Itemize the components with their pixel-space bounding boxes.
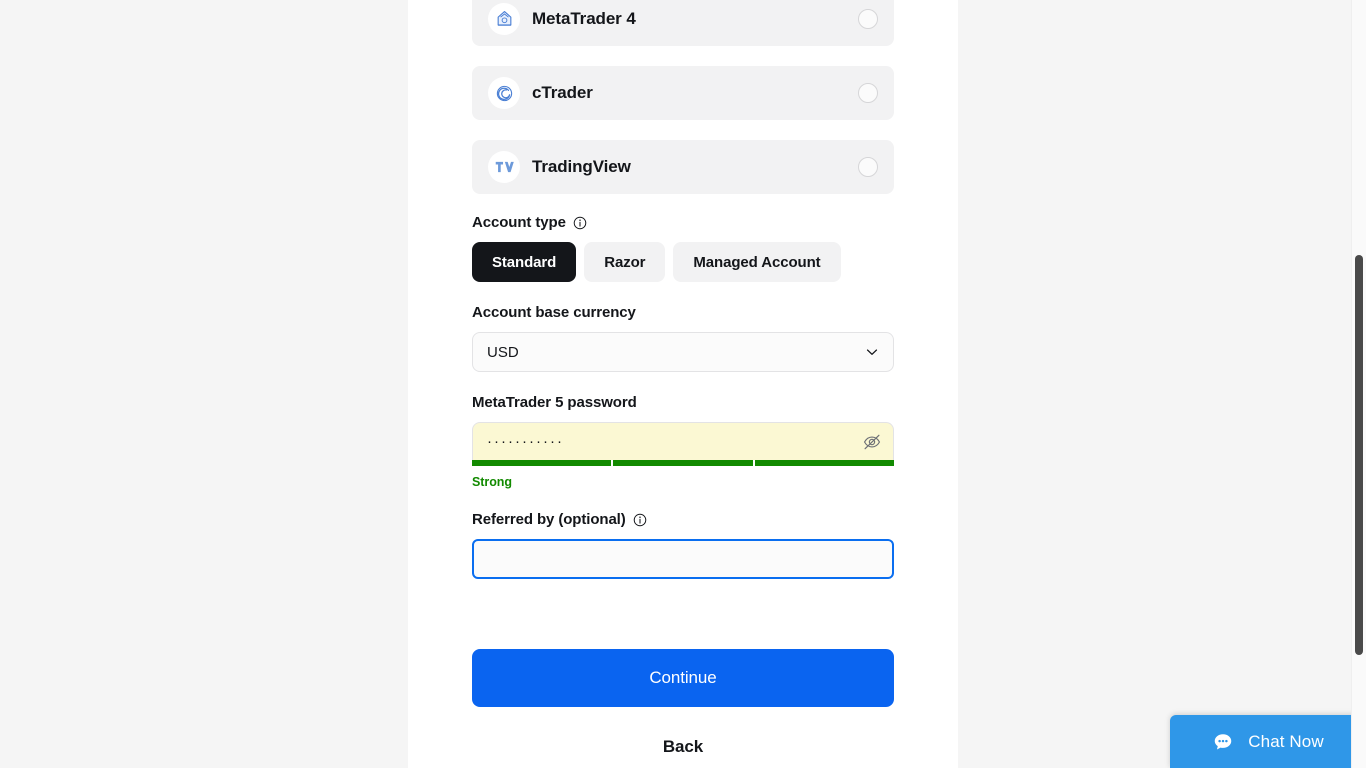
password-masked-value: ··········· bbox=[487, 433, 564, 450]
account-type-label: Account type bbox=[472, 214, 894, 231]
chat-bubble-icon bbox=[1212, 731, 1234, 753]
platform-radio[interactable] bbox=[858, 157, 878, 177]
platform-label: cTrader bbox=[532, 83, 593, 102]
account-type-option-managed-account[interactable]: Managed Account bbox=[673, 242, 841, 282]
registration-form-panel: MetaTrader 4 cTrader TradingView Account… bbox=[408, 0, 958, 768]
ctrader-icon bbox=[488, 77, 520, 109]
platform-option-metatrader4[interactable]: MetaTrader 4 bbox=[472, 0, 894, 46]
account-type-label-text: Account type bbox=[472, 214, 566, 231]
platform-label: MetaTrader 4 bbox=[532, 9, 636, 28]
password-strength-segment bbox=[613, 460, 753, 466]
password-field-wrapper: ··········· bbox=[472, 422, 894, 466]
platform-option-ctrader[interactable]: cTrader bbox=[472, 66, 894, 120]
tradingview-icon bbox=[488, 151, 520, 183]
platform-option-tradingview[interactable]: TradingView bbox=[472, 140, 894, 194]
metatrader4-icon bbox=[488, 3, 520, 35]
continue-button[interactable]: Continue bbox=[472, 649, 894, 707]
platform-label: TradingView bbox=[532, 157, 631, 176]
account-type-option-standard[interactable]: Standard bbox=[472, 242, 577, 282]
referral-label-text: Referred by (optional) bbox=[472, 511, 626, 528]
page-root: MetaTrader 4 cTrader TradingView Account… bbox=[0, 0, 1366, 768]
info-icon[interactable] bbox=[633, 513, 647, 527]
chat-now-widget[interactable]: Chat Now bbox=[1170, 715, 1366, 768]
password-strength-segment bbox=[754, 460, 894, 466]
password-strength-bar bbox=[472, 460, 894, 466]
password-label: MetaTrader 5 password bbox=[472, 394, 894, 411]
chevron-down-icon bbox=[864, 344, 880, 360]
referral-input[interactable] bbox=[472, 539, 894, 579]
password-strength-text: Strong bbox=[472, 475, 512, 489]
referral-label: Referred by (optional) bbox=[472, 511, 894, 528]
password-input[interactable]: ··········· bbox=[472, 422, 894, 460]
platform-radio[interactable] bbox=[858, 83, 878, 103]
base-currency-label-text: Account base currency bbox=[472, 304, 636, 321]
account-type-segmented-control[interactable]: Standard Razor Managed Account bbox=[472, 242, 894, 282]
info-icon[interactable] bbox=[573, 216, 587, 230]
password-label-text: MetaTrader 5 password bbox=[472, 394, 637, 411]
actions-spacer bbox=[472, 579, 894, 649]
back-button[interactable]: Back bbox=[472, 731, 894, 763]
base-currency-label: Account base currency bbox=[472, 304, 894, 321]
account-type-option-razor[interactable]: Razor bbox=[584, 242, 666, 282]
chat-now-label: Chat Now bbox=[1248, 731, 1324, 751]
form-container: MetaTrader 4 cTrader TradingView Account… bbox=[472, 0, 894, 763]
platform-radio[interactable] bbox=[858, 9, 878, 29]
password-strength-segment bbox=[472, 460, 612, 466]
page-scrollbar-thumb[interactable] bbox=[1355, 255, 1363, 655]
eye-off-icon[interactable] bbox=[861, 431, 883, 453]
page-scrollbar-track[interactable] bbox=[1351, 0, 1366, 768]
base-currency-value: USD bbox=[487, 343, 519, 361]
base-currency-select[interactable]: USD bbox=[472, 332, 894, 372]
